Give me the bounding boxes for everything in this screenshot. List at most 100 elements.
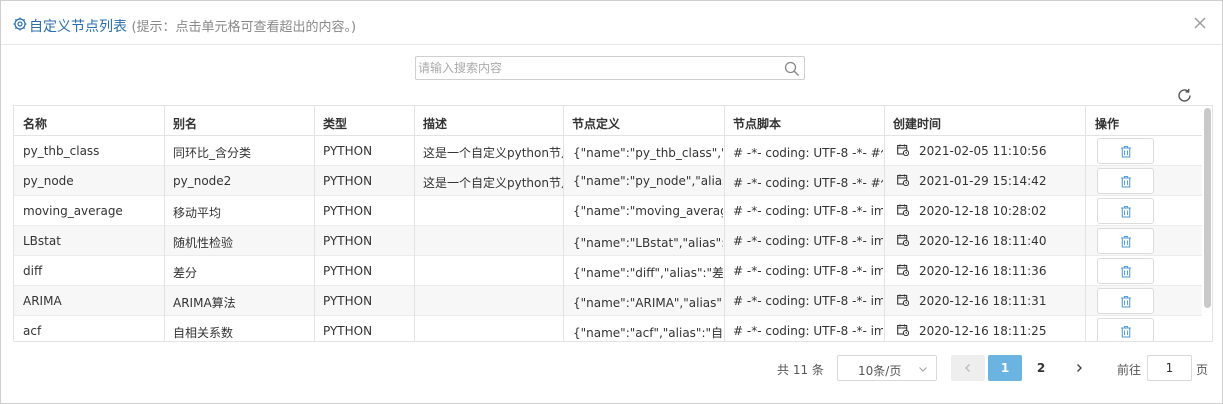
- page-size-value: 10条/页: [858, 364, 902, 378]
- cell-created[interactable]: 2020-12-16 18:11:36: [919, 264, 1049, 278]
- delete-button[interactable]: [1097, 228, 1154, 254]
- cell-alias[interactable]: 差分: [173, 264, 311, 281]
- trash-icon: [1121, 295, 1131, 308]
- cell-type[interactable]: PYTHON: [323, 324, 415, 338]
- cell-name[interactable]: diff: [23, 264, 161, 278]
- cell-alias[interactable]: ARIMA算法: [173, 294, 311, 311]
- cell-def[interactable]: {"name":"py_node","alias":"py_node2": [573, 174, 723, 188]
- cell-def[interactable]: {"name":"py_thb_class","alias":"同环比_含分类": [573, 144, 723, 161]
- cell-alias[interactable]: 自相关系数: [173, 324, 311, 341]
- custom-node-dialog: 自定义节点列表 (提示：点击单元格可查看超出的内容。) 名称 别名 类型 描述 节点定义…: [0, 0, 1223, 404]
- column-header[interactable]: 类型: [323, 115, 347, 132]
- cell-type[interactable]: PYTHON: [323, 234, 415, 248]
- cell-def[interactable]: {"name":"moving_average",: [573, 204, 723, 218]
- node-table: 名称 别名 类型 描述 节点定义 节点脚本 创建时间 操作 py_thb_class 同环比_含…: [13, 105, 1213, 342]
- dialog-header: 自定义节点列表 (提示：点击单元格可查看超出的内容。): [1, 1, 1222, 45]
- cell-type[interactable]: PYTHON: [323, 144, 415, 158]
- cell-script[interactable]: # -*- coding: UTF-8 -*- import: [733, 294, 883, 308]
- cell-created[interactable]: 2021-02-05 11:10:56: [919, 144, 1049, 158]
- column-header[interactable]: 描述: [423, 115, 447, 132]
- page-button-1[interactable]: 1: [988, 355, 1022, 381]
- trash-icon: [1121, 235, 1131, 248]
- cell-script[interactable]: # -*- coding: UTF-8 -*- import: [733, 204, 883, 218]
- table-row: LBstat 随机性检验 PYTHON {"name":"LBstat","alias…: [14, 226, 1202, 256]
- search-icon[interactable]: [784, 61, 800, 77]
- column-header[interactable]: 名称: [23, 115, 47, 132]
- table-row: acf 自相关系数 PYTHON {"name":"acf","alias":"自相关…: [14, 316, 1202, 341]
- dialog-hint: (提示：点击单元格可查看超出的内容。): [131, 20, 357, 35]
- cell-name[interactable]: py_thb_class: [23, 144, 161, 158]
- cell-created[interactable]: 2020-12-16 18:11:25: [919, 324, 1049, 338]
- delete-button[interactable]: [1097, 198, 1154, 224]
- calendar-clock-icon: [897, 234, 909, 246]
- cell-name[interactable]: py_node: [23, 174, 161, 188]
- column-divider: [314, 106, 315, 341]
- cell-created[interactable]: 2020-12-16 18:11:31: [919, 294, 1049, 308]
- delete-button[interactable]: [1097, 288, 1154, 314]
- cell-alias[interactable]: 随机性检验: [173, 234, 311, 251]
- cell-created[interactable]: 2021-01-29 15:14:42: [919, 174, 1049, 188]
- dialog-title: 自定义节点列表 (提示：点击单元格可查看超出的内容。): [29, 16, 356, 36]
- dialog-title-text: 自定义节点列表: [29, 19, 127, 35]
- cell-desc[interactable]: 这是一个自定义python节点: [423, 174, 563, 191]
- cell-def[interactable]: {"name":"acf","alias":"自相关系数": [573, 324, 723, 341]
- column-divider: [1085, 106, 1086, 341]
- table-row: ARIMA ARIMA算法 PYTHON {"name":"ARIMA","alias…: [14, 286, 1202, 316]
- chevron-right-icon: [1077, 364, 1082, 372]
- trash-icon: [1121, 325, 1131, 338]
- delete-button[interactable]: [1097, 138, 1154, 164]
- chevron-down-icon: [919, 367, 927, 372]
- next-page-button[interactable]: [1062, 355, 1096, 381]
- cell-name[interactable]: moving_average: [23, 204, 161, 218]
- cell-script[interactable]: # -*- coding: UTF-8 -*- import: [733, 234, 883, 248]
- cell-script[interactable]: # -*- coding: UTF-8 -*- import: [733, 324, 883, 338]
- cell-desc[interactable]: 这是一个自定义python节点: [423, 144, 563, 161]
- page-button-2[interactable]: 2: [1024, 355, 1058, 381]
- column-header[interactable]: 创建时间: [893, 115, 941, 132]
- cell-type[interactable]: PYTHON: [323, 204, 415, 218]
- calendar-clock-icon: [897, 144, 909, 156]
- vertical-scrollbar[interactable]: [1204, 108, 1211, 308]
- delete-button[interactable]: [1097, 258, 1154, 284]
- calendar-clock-icon: [897, 324, 909, 336]
- cell-type[interactable]: PYTHON: [323, 174, 415, 188]
- cell-alias[interactable]: 同环比_含分类: [173, 144, 311, 161]
- cell-def[interactable]: {"name":"ARIMA","alias":"ARIMA算法": [573, 294, 723, 311]
- cell-script[interactable]: # -*- coding: UTF-8 -*- #代码: [733, 144, 883, 161]
- delete-button[interactable]: [1097, 168, 1154, 194]
- goto-label: 前往: [1117, 363, 1142, 377]
- cell-name[interactable]: acf: [23, 324, 161, 338]
- cell-type[interactable]: PYTHON: [323, 264, 415, 278]
- close-icon[interactable]: [1191, 14, 1209, 32]
- cell-def[interactable]: {"name":"LBstat","alias":"随机性检验": [573, 234, 723, 251]
- page-size-select[interactable]: 10条/页: [837, 355, 937, 381]
- column-divider: [164, 106, 165, 341]
- prev-page-button[interactable]: [951, 355, 985, 381]
- cell-script[interactable]: # -*- coding: UTF-8 -*- #代码: [733, 174, 883, 191]
- cell-alias[interactable]: py_node2: [173, 174, 311, 188]
- cell-def[interactable]: {"name":"diff","alias":"差分": [573, 264, 723, 281]
- calendar-clock-icon: [897, 204, 909, 216]
- cell-type[interactable]: PYTHON: [323, 294, 415, 308]
- column-header[interactable]: 节点定义: [572, 115, 620, 132]
- cell-created[interactable]: 2020-12-18 10:28:02: [919, 204, 1049, 218]
- delete-button[interactable]: [1097, 318, 1154, 341]
- goto-page-input[interactable]: [1147, 355, 1192, 381]
- cell-alias[interactable]: 移动平均: [173, 204, 311, 221]
- column-header[interactable]: 操作: [1095, 115, 1119, 132]
- cell-name[interactable]: ARIMA: [23, 294, 161, 308]
- column-divider: [563, 106, 564, 341]
- cell-created[interactable]: 2020-12-16 18:11:40: [919, 234, 1049, 248]
- table-header: 名称 别名 类型 描述 节点定义 节点脚本 创建时间 操作: [14, 106, 1202, 136]
- trash-icon: [1121, 265, 1131, 278]
- search-box: [415, 56, 805, 80]
- column-header[interactable]: 别名: [173, 115, 197, 132]
- goto-suffix: 页: [1196, 363, 1209, 377]
- cell-script[interactable]: # -*- coding: UTF-8 -*- import: [733, 264, 883, 278]
- refresh-icon[interactable]: [1176, 87, 1193, 104]
- column-header[interactable]: 节点脚本: [733, 115, 781, 132]
- table-row: diff 差分 PYTHON {"name":"diff","alias":"差分" #…: [14, 256, 1202, 286]
- search-input[interactable]: [418, 59, 778, 77]
- column-divider: [724, 106, 725, 341]
- cell-name[interactable]: LBstat: [23, 234, 161, 248]
